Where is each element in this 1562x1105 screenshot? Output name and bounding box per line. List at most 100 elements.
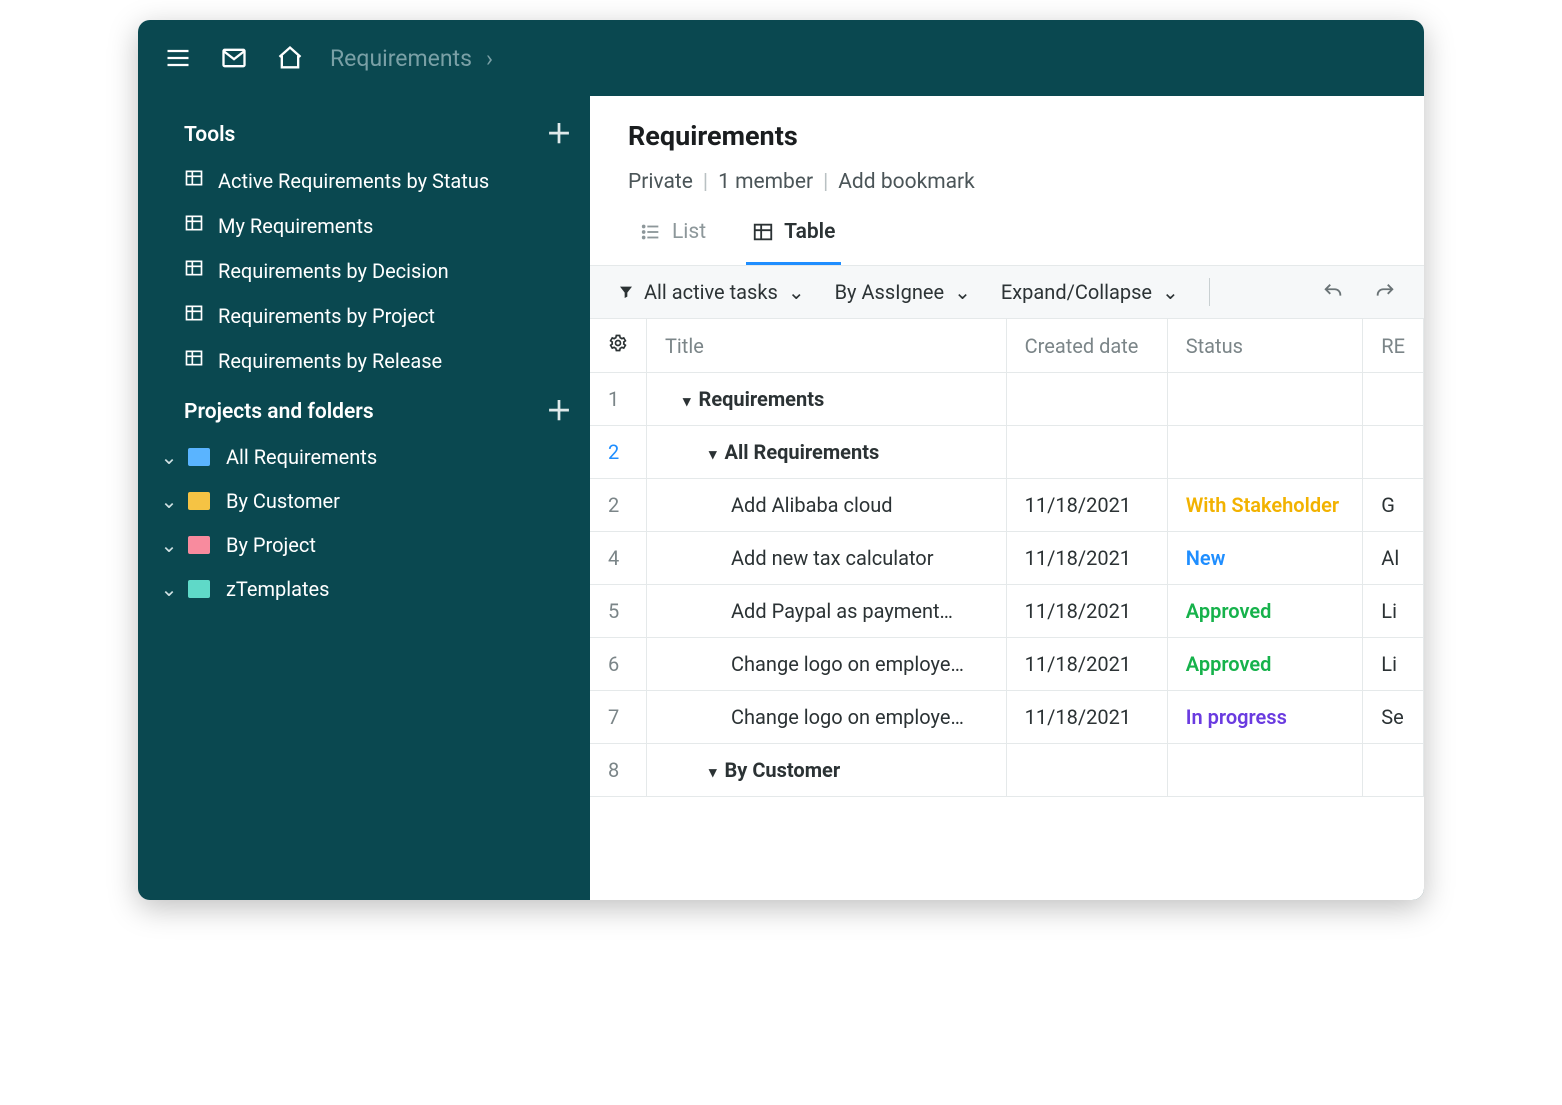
sidebar-tool-item[interactable]: Requirements by Project [184, 293, 572, 338]
row-title: Change logo on employe… [731, 652, 964, 676]
cell-status[interactable]: New [1167, 532, 1363, 585]
expand-collapse-dropdown[interactable]: Expand/Collapse ⌄ [995, 276, 1185, 308]
chevron-down-icon[interactable] [709, 445, 717, 463]
cell-status[interactable] [1167, 426, 1363, 479]
mail-icon[interactable] [218, 42, 250, 74]
sidebar-section-label: Projects and folders [184, 400, 374, 424]
sidebar-folder-item[interactable]: ⌄ By Customer [160, 479, 572, 523]
cell-title[interactable]: By Customer [647, 744, 1007, 797]
status-badge: In progress [1186, 705, 1287, 729]
undo-button[interactable] [1316, 277, 1350, 307]
expand-label: Expand/Collapse [1001, 280, 1152, 304]
row-number: 4 [590, 532, 647, 585]
cell-title[interactable]: Add new tax calculator [647, 532, 1007, 585]
cell-title[interactable]: Add Paypal as payment… [647, 585, 1007, 638]
cell-status[interactable] [1167, 744, 1363, 797]
filter-dropdown[interactable]: All active tasks ⌄ [612, 276, 811, 308]
table-row[interactable]: 5Add Paypal as payment…11/18/2021Approve… [590, 585, 1424, 638]
cell-extra: Al [1363, 532, 1424, 585]
add-tool-button[interactable]: ＋ [546, 122, 572, 148]
body: Tools ＋ Active Requirements by StatusMy … [138, 96, 1424, 900]
table-row[interactable]: 2All Requirements [590, 426, 1424, 479]
cell-status[interactable]: With Stakeholder [1167, 479, 1363, 532]
chevron-down-icon: ⌄ [788, 280, 805, 304]
cell-title[interactable]: Change logo on employe… [647, 638, 1007, 691]
row-number: 6 [590, 638, 647, 691]
sidebar-section-projects: Projects and folders ＋ [184, 393, 572, 435]
redo-button[interactable] [1368, 277, 1402, 307]
toolbar-divider [1209, 278, 1210, 306]
table-row[interactable]: 6Change logo on employe…11/18/2021Approv… [590, 638, 1424, 691]
breadcrumb: Requirements › [330, 45, 493, 72]
sidebar-folder-item[interactable]: ⌄By Project [160, 523, 572, 567]
sidebar-item-label: By Customer [226, 489, 340, 513]
main-panel: Requirements Private | 1 member | Add bo… [590, 96, 1424, 900]
sidebar-tool-item[interactable]: My Requirements [184, 203, 572, 248]
cell-created-date: 11/18/2021 [1006, 585, 1167, 638]
hamburger-menu-icon[interactable] [162, 42, 194, 74]
column-status[interactable]: Status [1167, 319, 1363, 373]
cell-title[interactable]: Change logo on employe… [647, 691, 1007, 744]
cell-status[interactable]: In progress [1167, 691, 1363, 744]
table-toolbar: All active tasks ⌄ By AssIgnee ⌄ Expand/… [590, 265, 1424, 319]
cell-created-date [1006, 373, 1167, 426]
privacy-label[interactable]: Private [628, 170, 693, 194]
table-wrap[interactable]: Title Created date Status RE 1Requiremen… [590, 319, 1424, 900]
cell-status[interactable] [1167, 373, 1363, 426]
table-icon [184, 213, 204, 238]
tab-table[interactable]: Table [746, 210, 841, 265]
add-folder-button[interactable]: ＋ [546, 399, 572, 425]
members-label[interactable]: 1 member [718, 170, 813, 194]
status-badge: New [1186, 546, 1226, 570]
cell-status[interactable]: Approved [1167, 585, 1363, 638]
chevron-down-icon: ⌄ [954, 280, 971, 304]
cell-title[interactable]: Add Alibaba cloud [647, 479, 1007, 532]
table-row[interactable]: 8By Customer [590, 744, 1424, 797]
chevron-down-icon: ⌄ [160, 489, 178, 513]
sidebar-item-label: zTemplates [226, 577, 329, 601]
row-title: Add new tax calculator [731, 546, 934, 570]
sidebar-tool-item[interactable]: Requirements by Decision [184, 248, 572, 293]
column-created-date[interactable]: Created date [1006, 319, 1167, 373]
chevron-down-icon[interactable] [709, 763, 717, 781]
cell-status[interactable]: Approved [1167, 638, 1363, 691]
table-row[interactable]: 7Change logo on employe…11/18/2021In pro… [590, 691, 1424, 744]
chevron-down-icon[interactable] [683, 392, 691, 410]
row-title: Add Paypal as payment… [731, 599, 953, 623]
sidebar-tool-item[interactable]: Requirements by Release [184, 338, 572, 383]
breadcrumb-item[interactable]: Requirements [330, 45, 472, 72]
status-badge: With Stakeholder [1186, 493, 1339, 517]
column-extra[interactable]: RE [1363, 319, 1424, 373]
cell-extra [1363, 744, 1424, 797]
settings-column-header[interactable] [590, 319, 647, 373]
chevron-right-icon: › [486, 45, 493, 72]
chevron-down-icon: ⌄ [160, 445, 178, 469]
tab-label: List [672, 220, 706, 244]
cell-extra: G [1363, 479, 1424, 532]
sidebar-tool-item[interactable]: Active Requirements by Status [184, 158, 572, 203]
row-number: 2 [590, 426, 647, 479]
group-dropdown[interactable]: By AssIgnee ⌄ [829, 276, 977, 308]
home-icon[interactable] [274, 42, 306, 74]
table-row[interactable]: 2Add Alibaba cloud11/18/2021With Stakeho… [590, 479, 1424, 532]
requirements-table: Title Created date Status RE 1Requiremen… [590, 319, 1424, 797]
row-title: Requirements [699, 387, 825, 411]
column-title[interactable]: Title [647, 319, 1007, 373]
add-bookmark-button[interactable]: Add bookmark [838, 170, 975, 194]
tab-label: Table [784, 220, 835, 244]
table-header-row: Title Created date Status RE [590, 319, 1424, 373]
chevron-down-icon: ⌄ [160, 533, 178, 557]
folder-icon [188, 536, 210, 554]
table-row[interactable]: 4 Add new tax calculator 11/18/2021 New Al [590, 532, 1424, 585]
row-title: Change logo on employe… [731, 705, 964, 729]
cell-title[interactable]: All Requirements [647, 426, 1007, 479]
cell-created-date [1006, 426, 1167, 479]
row-number: 8 [590, 744, 647, 797]
tab-list[interactable]: List [634, 210, 712, 265]
table-icon [184, 303, 204, 328]
cell-title[interactable]: Requirements [647, 373, 1007, 426]
sidebar-folder-item[interactable]: ⌄All Requirements [160, 435, 572, 479]
cell-created-date: 11/18/2021 [1006, 532, 1167, 585]
table-row[interactable]: 1Requirements [590, 373, 1424, 426]
sidebar-folder-item[interactable]: ⌄zTemplates [160, 567, 572, 611]
